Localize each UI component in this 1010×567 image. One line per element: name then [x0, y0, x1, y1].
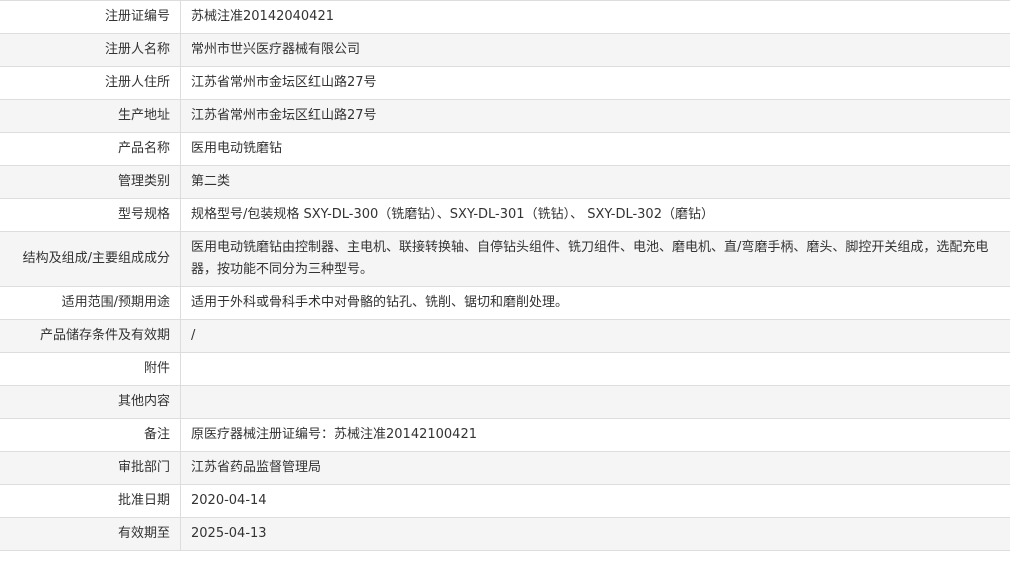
row-label: 批准日期 [0, 484, 181, 518]
row-value: / [180, 319, 1010, 353]
row-label: 产品名称 [0, 132, 181, 166]
table-row: 注册人名称 常州市世兴医疗器械有限公司 [0, 33, 1010, 67]
row-label: 备注 [0, 418, 181, 452]
row-value: 江苏省常州市金坛区红山路27号 [180, 66, 1010, 100]
row-value: 苏械注准20142040421 [180, 0, 1010, 34]
row-value: 适用于外科或骨科手术中对骨骼的钻孔、铣削、锯切和磨削处理。 [180, 286, 1010, 320]
table-row: 附件 [0, 352, 1010, 386]
registration-record-table: 注册证编号 苏械注准20142040421 注册人名称 常州市世兴医疗器械有限公… [0, 0, 1010, 551]
row-label: 型号规格 [0, 198, 181, 232]
row-value: 江苏省常州市金坛区红山路27号 [180, 99, 1010, 133]
table-row: 产品名称 医用电动铣磨钻 [0, 132, 1010, 166]
row-label: 注册人名称 [0, 33, 181, 67]
table-row: 其他内容 [0, 385, 1010, 419]
table-row: 审批部门 江苏省药品监督管理局 [0, 451, 1010, 485]
row-label: 注册证编号 [0, 0, 181, 34]
row-value: 医用电动铣磨钻 [180, 132, 1010, 166]
row-label: 有效期至 [0, 517, 181, 551]
row-label: 其他内容 [0, 385, 181, 419]
table-row: 注册证编号 苏械注准20142040421 [0, 0, 1010, 34]
row-value: 规格型号/包装规格 SXY-DL-300（铣磨钻）、SXY-DL-301（铣钻）… [180, 198, 1010, 232]
row-value: 原医疗器械注册证编号：苏械注准20142100421 [180, 418, 1010, 452]
row-value: 医用电动铣磨钻由控制器、主电机、联接转换轴、自停钻头组件、铣刀组件、电池、磨电机… [180, 231, 1010, 287]
table-row: 批准日期 2020-04-14 [0, 484, 1010, 518]
row-label: 产品储存条件及有效期 [0, 319, 181, 353]
row-label: 适用范围/预期用途 [0, 286, 181, 320]
row-label: 附件 [0, 352, 181, 386]
row-value: 江苏省药品监督管理局 [180, 451, 1010, 485]
table-row: 注册人住所 江苏省常州市金坛区红山路27号 [0, 66, 1010, 100]
table-row: 适用范围/预期用途 适用于外科或骨科手术中对骨骼的钻孔、铣削、锯切和磨削处理。 [0, 286, 1010, 320]
row-value [180, 385, 1010, 419]
row-label: 审批部门 [0, 451, 181, 485]
row-value [180, 352, 1010, 386]
row-value: 常州市世兴医疗器械有限公司 [180, 33, 1010, 67]
table-row: 管理类别 第二类 [0, 165, 1010, 199]
row-label: 结构及组成/主要组成成分 [0, 231, 181, 287]
row-label: 注册人住所 [0, 66, 181, 100]
table-row: 备注 原医疗器械注册证编号：苏械注准20142100421 [0, 418, 1010, 452]
table-row: 生产地址 江苏省常州市金坛区红山路27号 [0, 99, 1010, 133]
table-row: 结构及组成/主要组成成分 医用电动铣磨钻由控制器、主电机、联接转换轴、自停钻头组… [0, 231, 1010, 287]
row-label: 管理类别 [0, 165, 181, 199]
row-value: 2025-04-13 [180, 517, 1010, 551]
table-row: 有效期至 2025-04-13 [0, 517, 1010, 551]
row-label: 生产地址 [0, 99, 181, 133]
table-row: 型号规格 规格型号/包装规格 SXY-DL-300（铣磨钻）、SXY-DL-30… [0, 198, 1010, 232]
row-value: 2020-04-14 [180, 484, 1010, 518]
row-value: 第二类 [180, 165, 1010, 199]
table-row: 产品储存条件及有效期 / [0, 319, 1010, 353]
